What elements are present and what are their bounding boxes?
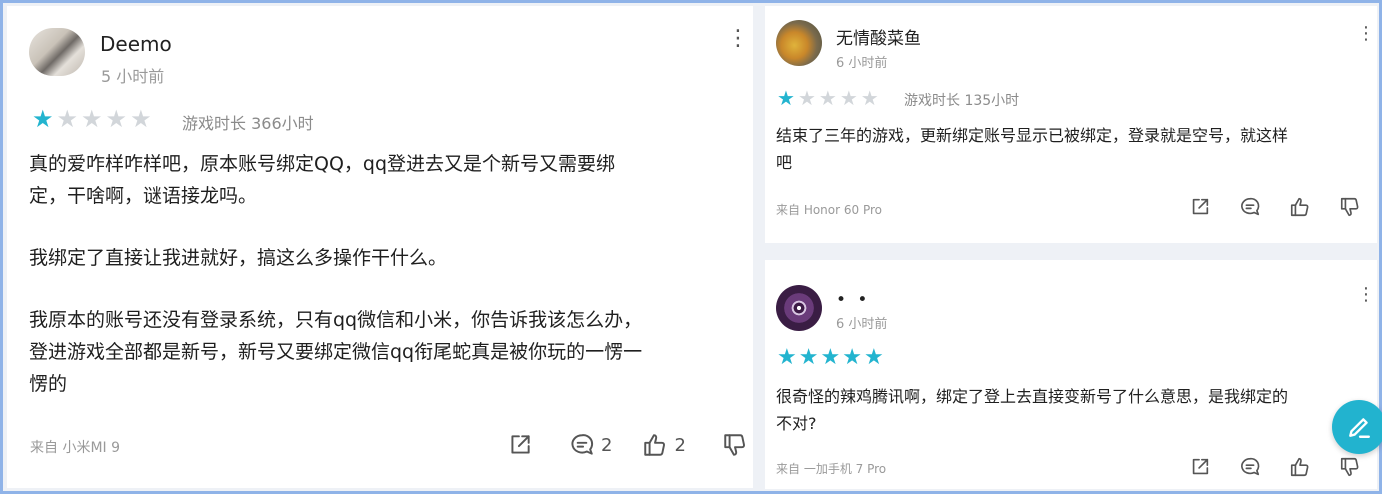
review-line: 我原本的账号还没有登录系统，只有qq微信和小米，你告诉我该怎么办， — [29, 309, 643, 331]
star-icon: ★ — [81, 105, 103, 133]
review-body: 真的爱咋样咋样吧，原本账号绑定QQ，qq登进去又是个新号又需要绑 定，干啥啊，谜… — [29, 148, 642, 400]
dislike-button[interactable] — [1339, 196, 1361, 218]
rating-stars: ★ ★ ★ ★ ★ — [777, 347, 886, 369]
write-review-button[interactable] — [1332, 400, 1382, 454]
review-card: • • 6 小时前 ⋮ ★ ★ ★ ★ ★ 很奇怪的辣鸡腾讯啊，绑定了登上去直接… — [765, 260, 1377, 489]
rating-stars: ★ ★ ★ ★ ★ — [32, 107, 155, 131]
review-line: 定，干啥啊，谜语接龙吗。 — [29, 185, 258, 207]
review-line: 我绑定了直接让我进就好，搞这么多操作干什么。 — [29, 247, 448, 269]
star-icon: ★ — [777, 345, 797, 370]
share-button[interactable] — [1189, 196, 1211, 218]
page-frame: Deemo 5 小时前 ⋮ ★ ★ ★ ★ ★ 游戏时长 366小时 真的爱咋样… — [3, 3, 1379, 491]
avatar[interactable] — [776, 285, 822, 331]
star-icon: ★ — [798, 345, 819, 370]
review-line: 登进游戏全部都是新号，新号又要绑定微信qq衔尾蛇真是被你玩的一愣一 — [29, 341, 643, 363]
star-icon: ★ — [777, 86, 795, 110]
comment-button[interactable] — [1239, 196, 1261, 218]
like-count: 2 — [674, 434, 686, 456]
like-button[interactable] — [1289, 456, 1311, 478]
review-line: 吧 — [776, 153, 793, 172]
thumbs-up-icon — [644, 434, 666, 456]
review-time: 5 小时前 — [101, 67, 165, 86]
share-button[interactable] — [507, 432, 533, 458]
comment-icon — [1241, 197, 1260, 216]
action-bar — [1189, 456, 1361, 478]
review-body: 结束了三年的游戏，更新绑定账号显示已被绑定，登录就是空号，就这样 吧 — [776, 122, 1288, 176]
review-time: 6 小时前 — [836, 317, 888, 332]
comment-button[interactable]: 2 — [569, 432, 612, 458]
share-icon — [511, 435, 530, 454]
rating-stars: ★ ★ ★ ★ ★ — [777, 88, 882, 108]
star-icon: ★ — [818, 86, 837, 110]
share-button[interactable] — [1189, 456, 1211, 478]
comment-count: 2 — [601, 434, 613, 456]
star-icon: ★ — [863, 345, 884, 370]
star-icon: ★ — [842, 345, 862, 370]
star-icon: ★ — [32, 105, 54, 133]
avatar[interactable] — [29, 28, 85, 76]
review-line: 不对? — [776, 414, 817, 433]
action-bar — [1189, 196, 1361, 218]
username[interactable]: Deemo — [100, 32, 172, 56]
comment-icon — [1241, 457, 1260, 476]
username[interactable]: • • — [836, 290, 870, 310]
device-info: 来自 Honor 60 Pro — [776, 203, 882, 217]
review-time: 6 小时前 — [836, 56, 888, 71]
review-card: Deemo 5 小时前 ⋮ ★ ★ ★ ★ ★ 游戏时长 366小时 真的爱咋样… — [7, 6, 753, 488]
review-body: 很奇怪的辣鸡腾讯啊，绑定了登上去直接变新号了什么意思，是我绑定的 不对? — [776, 383, 1288, 437]
username[interactable]: 无情酸菜鱼 — [836, 24, 921, 49]
pencil-icon — [1349, 418, 1370, 438]
thumbs-up-icon — [1290, 457, 1309, 477]
review-line: 结束了三年的游戏，更新绑定账号显示已被绑定，登录就是空号，就这样 — [776, 126, 1289, 145]
review-line: 很奇怪的辣鸡腾讯啊，绑定了登上去直接变新号了什么意思，是我绑定的 — [776, 387, 1289, 406]
share-icon — [1192, 458, 1209, 475]
dislike-button[interactable] — [722, 432, 748, 458]
device-info: 来自 一加手机 7 Pro — [776, 462, 887, 476]
star-icon: ★ — [56, 105, 79, 133]
review-line: 愣的 — [29, 373, 68, 395]
review-line: 真的爱咋样咋样吧，原本账号绑定QQ，qq登进去又是个新号又需要绑 — [29, 153, 616, 175]
dislike-button[interactable] — [1339, 456, 1361, 478]
more-vertical-icon[interactable]: ⋮ — [1357, 286, 1375, 304]
playtime: 游戏时长 366小时 — [182, 114, 314, 133]
star-icon: ★ — [105, 105, 128, 133]
star-icon: ★ — [797, 86, 816, 110]
more-vertical-icon[interactable]: ⋮ — [727, 28, 749, 50]
thumbs-up-icon — [1290, 197, 1309, 217]
like-button[interactable]: 2 — [642, 432, 686, 458]
star-icon: ★ — [860, 86, 879, 110]
thumbs-down-icon — [1340, 197, 1359, 217]
more-vertical-icon[interactable]: ⋮ — [1357, 25, 1375, 43]
device-info: 来自 小米MI 9 — [30, 440, 121, 456]
like-button[interactable] — [1289, 196, 1311, 218]
avatar[interactable] — [776, 20, 822, 66]
playtime: 游戏时长 135小时 — [904, 93, 1020, 109]
thumbs-down-icon — [1340, 457, 1359, 477]
action-bar: 2 2 — [507, 432, 748, 458]
star-icon: ★ — [130, 105, 152, 133]
star-icon: ★ — [820, 345, 841, 370]
share-icon — [1192, 198, 1209, 215]
comment-icon — [571, 434, 594, 455]
star-icon: ★ — [839, 86, 858, 110]
review-card: 无情酸菜鱼 6 小时前 ⋮ ★ ★ ★ ★ ★ 游戏时长 135小时 结束了三年… — [765, 6, 1377, 243]
thumbs-down-icon — [724, 434, 745, 456]
comment-button[interactable] — [1239, 456, 1261, 478]
